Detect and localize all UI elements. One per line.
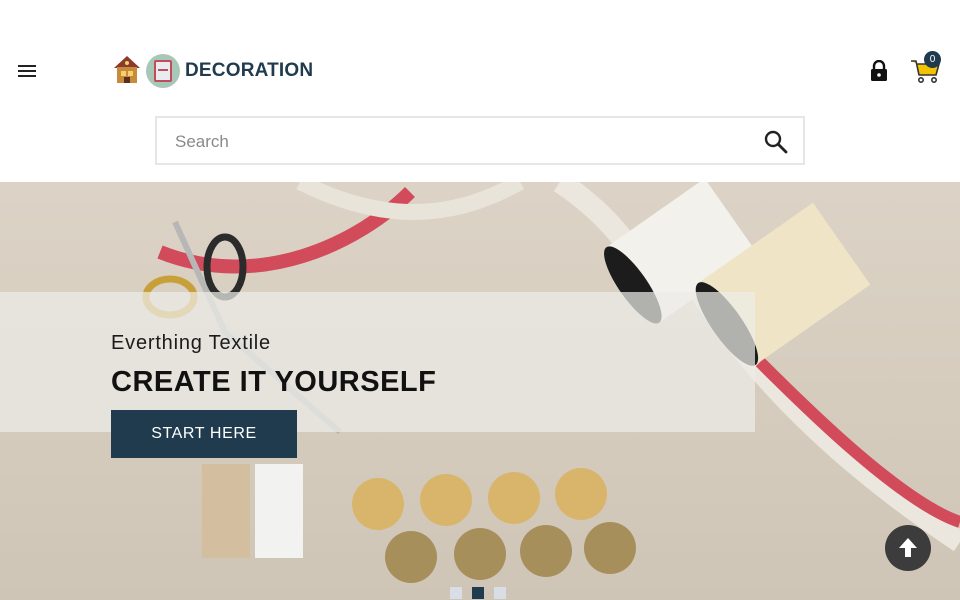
brand-name: DECORATION	[185, 60, 314, 81]
search-box	[155, 116, 805, 165]
menu-icon[interactable]	[14, 58, 42, 84]
slider-pagination	[450, 587, 506, 599]
slider-dot-3[interactable]	[494, 587, 506, 599]
site-header: DECORATION 0	[0, 0, 960, 182]
lock-icon[interactable]	[869, 59, 889, 82]
search-icon[interactable]	[763, 129, 789, 155]
frame-logo-icon	[146, 54, 180, 88]
slider-dot-1[interactable]	[450, 587, 462, 599]
house-logo-icon	[112, 54, 142, 88]
cart-count-badge: 0	[924, 51, 941, 68]
start-here-button[interactable]: START HERE	[111, 410, 297, 458]
hero-subtitle: Everthing Textile	[111, 332, 271, 354]
search-input[interactable]	[173, 128, 737, 156]
logo[interactable]: DECORATION	[112, 52, 313, 90]
hero-slider: Everthing Textile CREATE IT YOURSELF STA…	[0, 182, 960, 600]
slider-dot-2[interactable]	[472, 587, 484, 599]
arrow-up-icon	[899, 538, 917, 557]
back-to-top-button[interactable]	[885, 525, 931, 571]
hero-title: CREATE IT YOURSELF	[111, 366, 437, 398]
